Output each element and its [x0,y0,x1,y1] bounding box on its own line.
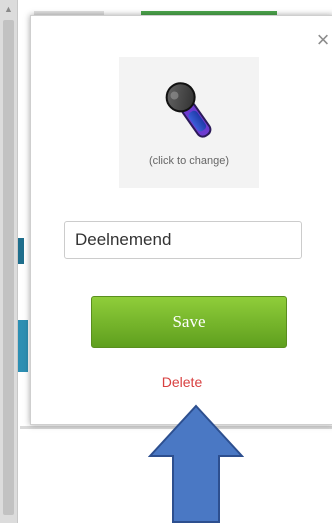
delete-link[interactable]: Delete [31,374,332,390]
vertical-scrollbar[interactable]: ▲ [0,0,18,523]
edit-dialog: × (click to change) Save [30,15,332,425]
avatar-picker[interactable]: (click to change) [119,57,259,188]
up-arrow-annotation-icon [148,404,244,523]
close-icon[interactable]: × [313,28,332,52]
save-button[interactable]: Save [91,296,287,348]
background-accent-block [18,238,24,264]
microphone-icon [165,82,212,138]
scroll-up-arrow-icon[interactable]: ▲ [0,0,17,17]
background-accent-block [18,320,28,372]
avatar-caption: (click to change) [148,155,230,167]
scroll-thumb[interactable] [3,20,14,515]
name-input[interactable] [64,221,302,259]
